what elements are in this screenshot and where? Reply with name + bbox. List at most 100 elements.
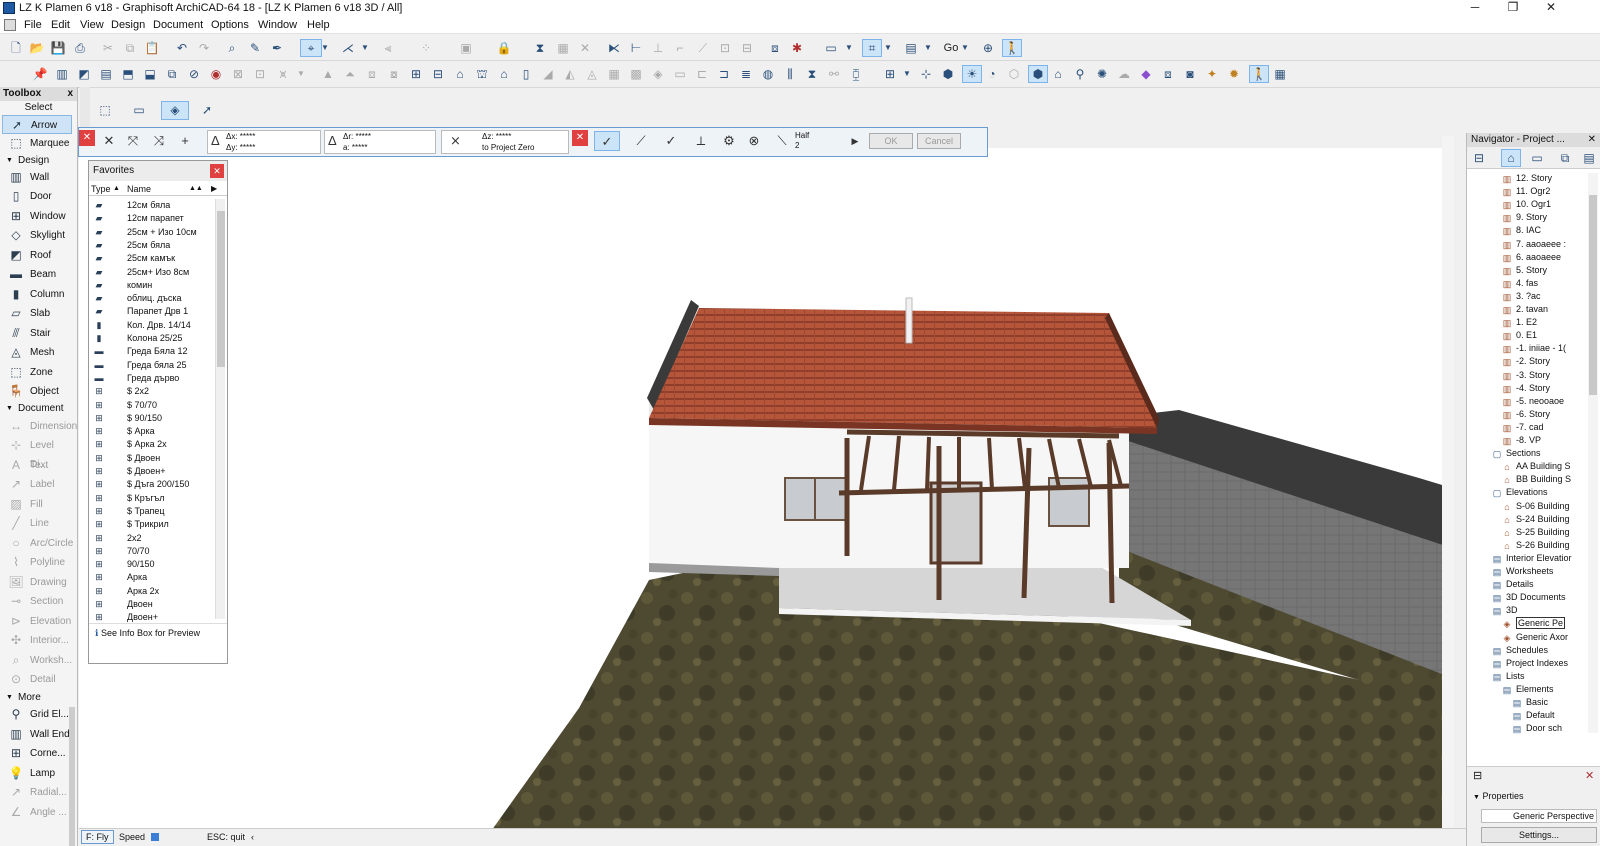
- half-setting[interactable]: Half 2: [795, 131, 809, 151]
- speed-slider[interactable]: [151, 833, 159, 841]
- favorite-item[interactable]: ▰ 12см бяла: [91, 199, 209, 212]
- fillet-icon[interactable]: ⌐: [672, 40, 688, 56]
- lock-layer-icon[interactable]: ⊠: [230, 66, 246, 82]
- tool-elevation[interactable]: ⊳ Elevation: [2, 612, 72, 631]
- navigator-item[interactable]: ▥ 11. Ogr2: [1501, 185, 1551, 198]
- rectangle-method-icon[interactable]: ▭: [131, 102, 147, 118]
- lamp-icon[interactable]: ✹: [1226, 66, 1242, 82]
- tool-door[interactable]: ▯ Door: [2, 187, 72, 206]
- wall-tool-icon[interactable]: ▥: [54, 66, 70, 82]
- favorite-item[interactable]: ⊞ $ Трикрил: [91, 518, 209, 531]
- tool-section[interactable]: ⊸ Section: [2, 592, 72, 611]
- tool-text[interactable]: A Text: [2, 456, 72, 475]
- favorite-item[interactable]: ▰ 25см камък: [91, 252, 209, 265]
- resize-icon[interactable]: ⊡: [717, 40, 733, 56]
- render-icon[interactable]: ✺: [1094, 66, 1110, 82]
- find-select-icon[interactable]: ⌕: [224, 40, 240, 56]
- navigator-item[interactable]: ▥ -5. neooaoe: [1501, 395, 1564, 408]
- publisher-icon[interactable]: ⧉: [1557, 150, 1573, 166]
- tool-level-dimension[interactable]: ⊹ Level Di...: [2, 436, 72, 470]
- cut-plane-icon[interactable]: ◢: [540, 66, 556, 82]
- navigator-item[interactable]: ▤ 3D: [1491, 604, 1518, 617]
- navigator-item[interactable]: ⌂ BB Building S: [1501, 473, 1571, 486]
- menu-window[interactable]: Window: [258, 18, 297, 32]
- gravity-icon[interactable]: ⌖: [300, 39, 322, 57]
- tool-skylight[interactable]: ◇ Skylight: [2, 226, 72, 245]
- favorite-item[interactable]: ⊞ $ Арка 2x: [91, 438, 209, 451]
- 3d-window-icon[interactable]: ⌗: [862, 39, 882, 57]
- tool-zone[interactable]: ⬚ Zone: [2, 363, 72, 382]
- close-button[interactable]: ✕: [1533, 0, 1569, 16]
- section-icon[interactable]: ▭: [672, 66, 688, 82]
- navigator-item[interactable]: ▥ 3. ?ac: [1501, 290, 1541, 303]
- arrow-top-icon[interactable]: ⏶: [342, 66, 358, 82]
- column-name[interactable]: Name: [127, 182, 151, 196]
- shell-icon[interactable]: ◬: [584, 66, 600, 82]
- properties-label[interactable]: ▼ Properties: [1473, 791, 1523, 801]
- tool-mesh[interactable]: ◬ Mesh: [2, 343, 72, 362]
- stack-icon[interactable]: ≣: [738, 66, 754, 82]
- project-map-icon[interactable]: ⊟: [1471, 150, 1487, 166]
- navigator-item[interactable]: ▥ 1. E2: [1501, 316, 1537, 329]
- favorite-item[interactable]: ▰ 25см+ Изо 8см: [91, 266, 209, 279]
- axes-icon[interactable]: ⊹: [918, 66, 934, 82]
- tool-beam[interactable]: ▬ Beam: [2, 265, 72, 284]
- elevation-icon[interactable]: ⊏: [694, 66, 710, 82]
- offset-icon[interactable]: ⟋: [695, 40, 711, 56]
- close-icon[interactable]: ✕: [210, 164, 224, 178]
- tool-window[interactable]: ⊞ Window: [2, 207, 72, 226]
- chevron-down-icon[interactable]: ▼: [924, 40, 932, 56]
- navigator-item[interactable]: ▤ Default: [1511, 709, 1555, 722]
- show-hide-icon[interactable]: ⊘: [186, 66, 202, 82]
- navigator-item[interactable]: ◈ Generic Axor: [1501, 631, 1569, 644]
- navigator-item[interactable]: ▥ 2. tavan: [1501, 303, 1548, 316]
- navigator-item[interactable]: ▥ -7. cad: [1501, 421, 1544, 434]
- favorite-item[interactable]: ▬ Греда Бяла 12: [91, 345, 209, 358]
- pet-close-icon[interactable]: ✕: [79, 130, 95, 146]
- close-icon[interactable]: ✕: [1588, 133, 1596, 147]
- tool-arc-circle[interactable]: ○ Arc/Circle: [2, 534, 73, 553]
- curtain-wall-icon[interactable]: ▦: [606, 66, 622, 82]
- navigator-item[interactable]: ▥ 9. Story: [1501, 211, 1547, 224]
- chevron-right-icon[interactable]: ▶: [845, 131, 865, 151]
- favorite-item[interactable]: ▰ 25см бяла: [91, 239, 209, 252]
- navigator-item[interactable]: ▥ 12. Story: [1501, 172, 1552, 185]
- favorites-scrollbar[interactable]: [215, 199, 225, 619]
- favorite-item[interactable]: ▰ Парапет Дрв 1: [91, 305, 209, 318]
- view-map-icon[interactable]: ⌂: [1501, 149, 1521, 167]
- layout-book-icon[interactable]: ▭: [1529, 150, 1545, 166]
- tool-angle-dimension[interactable]: ∠ Angle ...: [2, 803, 72, 822]
- document-icon[interactable]: [4, 19, 16, 31]
- coord-z-field[interactable]: ⨯ Δz: ***** to Project Zero: [441, 130, 569, 154]
- explode-model-icon[interactable]: ◈: [650, 66, 666, 82]
- navigator-item[interactable]: ▢ Sections: [1491, 447, 1541, 460]
- column-icon[interactable]: ▯: [518, 66, 534, 82]
- split-roof-icon[interactable]: ⌂: [452, 66, 468, 82]
- favorite-item[interactable]: ▰ комин: [91, 279, 209, 292]
- delete-icon[interactable]: ⊟: [1473, 769, 1482, 782]
- tool-wall-end[interactable]: ▥ Wall End: [2, 725, 72, 744]
- favorite-item[interactable]: ▬ Греда бяла 25: [91, 359, 209, 372]
- ok-button[interactable]: OK: [869, 133, 913, 149]
- navigator-item[interactable]: ▥ 4. fas: [1501, 277, 1538, 290]
- navigator-item[interactable]: ▤ Details: [1491, 578, 1534, 591]
- organizer-icon[interactable]: ▤: [1581, 150, 1597, 166]
- morph-icon[interactable]: ▩: [628, 66, 644, 82]
- add-icon[interactable]: +: [175, 131, 195, 151]
- walk-mode-icon[interactable]: 🚶: [1249, 65, 1269, 83]
- bring-front-icon[interactable]: ⧈: [364, 66, 380, 82]
- navigator-item[interactable]: ▥ -3. Story: [1501, 369, 1550, 382]
- navigator-item[interactable]: ▤ Project Indexes: [1491, 657, 1568, 670]
- favorite-item[interactable]: ▰ облиц. дъска: [91, 292, 209, 305]
- print-icon[interactable]: ⎙: [72, 40, 88, 56]
- perpendicular-icon[interactable]: ⟂: [691, 131, 711, 151]
- cube-icon[interactable]: ⬢: [940, 66, 956, 82]
- adjust-icon[interactable]: ⊢: [628, 40, 644, 56]
- division-icon[interactable]: ⟍: [772, 131, 792, 151]
- navigator-item[interactable]: ▥ 7. aaoaeee :: [1501, 238, 1566, 251]
- group-icon[interactable]: ▣: [458, 40, 474, 56]
- tool-wall[interactable]: ▥ Wall: [2, 168, 72, 187]
- menu-options[interactable]: Options: [211, 18, 249, 32]
- cancel-button[interactable]: Cancel: [917, 133, 961, 149]
- slab-tool-icon[interactable]: ▤: [98, 66, 114, 82]
